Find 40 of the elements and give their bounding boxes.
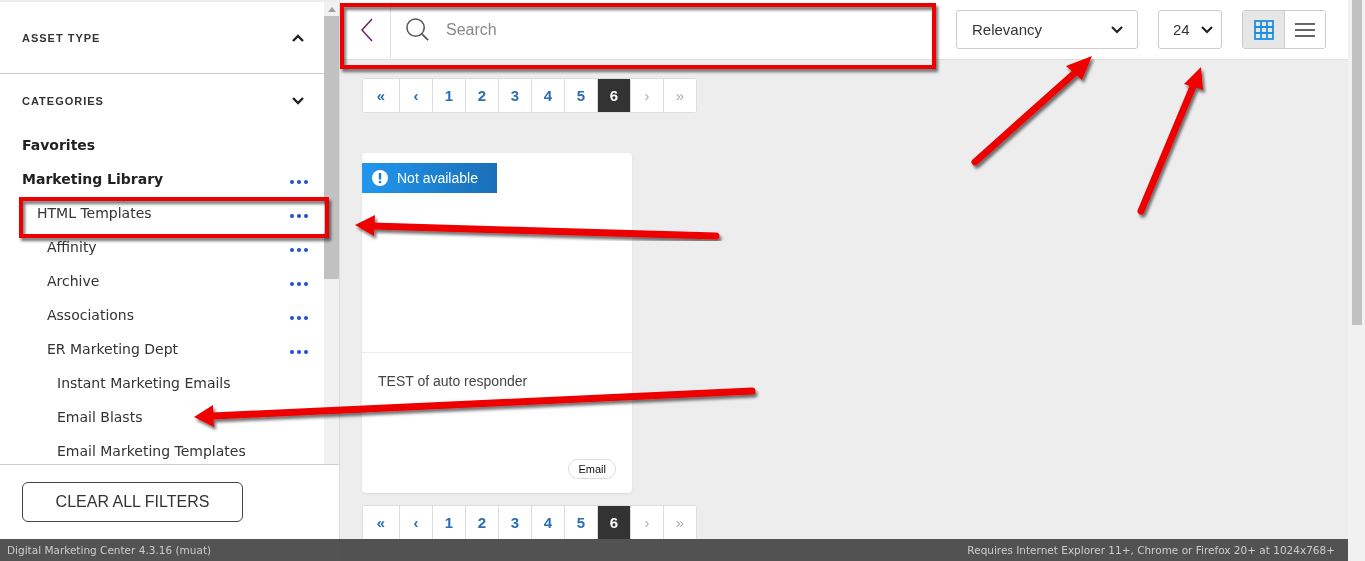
section-title: CATEGORIES (22, 95, 104, 107)
more-icon[interactable] (290, 316, 308, 320)
chevron-down-icon (1111, 25, 1123, 34)
category-item[interactable]: Affinity (47, 239, 97, 255)
more-icon[interactable] (290, 214, 308, 218)
category-item[interactable]: Associations (47, 307, 134, 323)
list-view-button[interactable] (1284, 11, 1325, 48)
category-item[interactable]: Favorites (22, 137, 96, 153)
more-icon[interactable] (290, 282, 308, 286)
browser-requirements: Requires Internet Explorer 11+, Chrome or Firefox 20+ at 1024x768+ (967, 544, 1335, 556)
search-icon (405, 17, 430, 42)
card-title: TEST of auto responder (378, 373, 529, 389)
category-item[interactable]: Instant Marketing Emails (57, 375, 231, 391)
status-badge: Not available (362, 163, 497, 193)
app-version: Digital Marketing Center 4.3.16 (muat) (7, 544, 212, 556)
grid-icon (1253, 19, 1274, 40)
sort-dropdown[interactable]: Relevancy (956, 10, 1138, 49)
page-button[interactable]: 6 (597, 506, 630, 539)
category-item[interactable]: Archive (47, 273, 100, 289)
more-icon[interactable] (290, 248, 308, 252)
chevron-up-icon[interactable] (292, 33, 304, 42)
more-icon[interactable] (290, 350, 308, 354)
category-item[interactable]: Email Marketing Templates (57, 443, 246, 459)
category-item[interactable]: ER Marketing Dept (47, 341, 179, 357)
chevron-left-icon (360, 17, 373, 42)
section-title: ASSET TYPE (22, 31, 101, 44)
category-item[interactable]: Marketing Library (22, 171, 164, 187)
page-button[interactable]: 6 (597, 79, 630, 112)
scrollbar[interactable] (1348, 0, 1365, 561)
chevron-down-icon[interactable] (292, 97, 304, 105)
chevron-down-icon (1201, 25, 1213, 34)
list-icon (1295, 21, 1315, 38)
asset-card[interactable]: Not available TEST of auto responder Email (362, 153, 632, 493)
page-size-dropdown[interactable]: 24 (1158, 10, 1222, 49)
scrollbar[interactable] (324, 2, 339, 464)
grid-view-button[interactable] (1243, 11, 1284, 48)
category-item[interactable]: Email Blasts (57, 409, 143, 425)
category-item[interactable]: HTML Templates (37, 205, 152, 221)
more-icon[interactable] (290, 180, 308, 184)
clear-filters-button[interactable]: CLEAR ALL FILTERS (22, 482, 243, 522)
